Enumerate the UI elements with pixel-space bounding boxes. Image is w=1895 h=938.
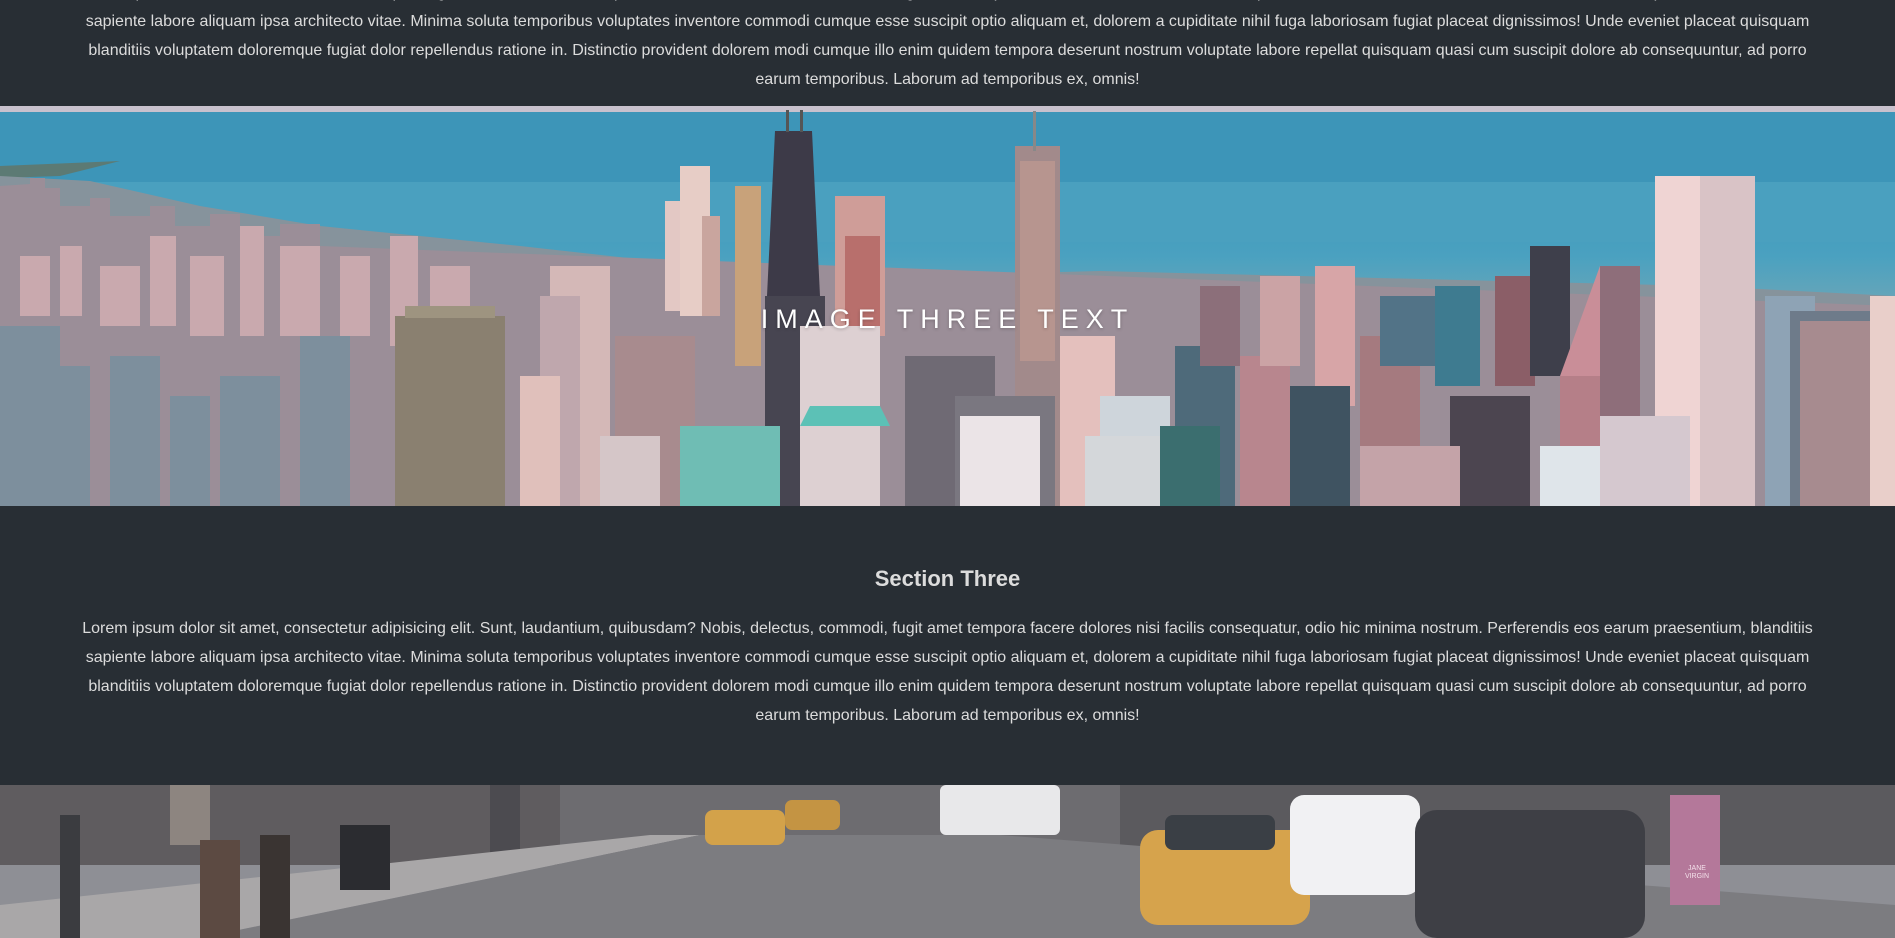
section-two-text: Lorem ipsum dolor sit amet, consectetur … [82,0,1813,88]
section-three: Section Three Lorem ipsum dolor sit amet… [0,506,1895,785]
parallax-image-four: JANE VIRGIN [0,785,1895,938]
page: Lorem ipsum dolor sit amet, consectetur … [0,0,1895,938]
section-two-bottom: Lorem ipsum dolor sit amet, consectetur … [0,0,1895,106]
image-three-caption: Image Three Text [760,304,1135,334]
parallax-image-three: Image Three Text [0,106,1895,506]
poster-sign-text: JANE VIRGIN [1684,865,1710,880]
section-three-heading: Section Three [874,566,1021,591]
street-taxi-image [0,785,1895,938]
section-three-text: Lorem ipsum dolor sit amet, consectetur … [82,620,1813,724]
